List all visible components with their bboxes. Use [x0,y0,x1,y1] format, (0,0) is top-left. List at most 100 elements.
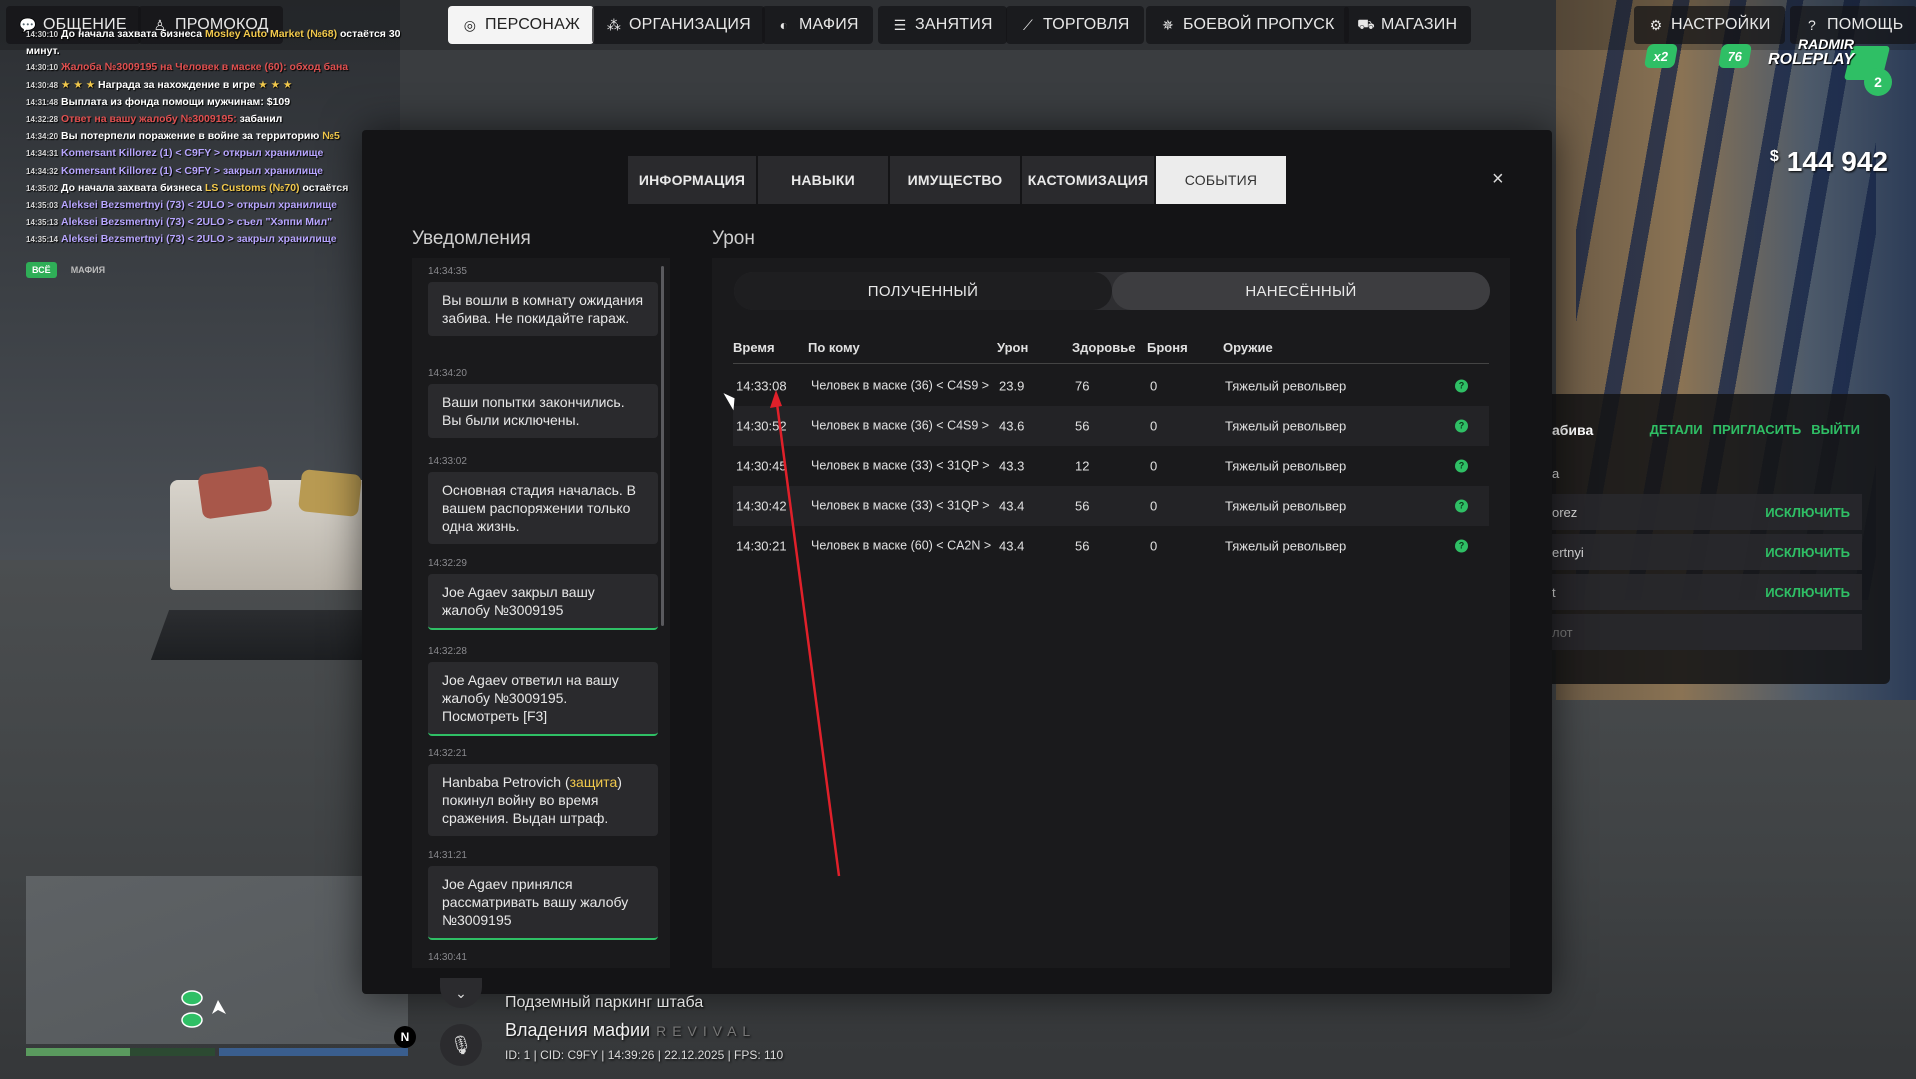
row-armor: 0 [1150,378,1158,394]
nav-battle-pass[interactable]: ✵ БОЕВОЙ ПРОПУСК [1146,6,1349,44]
chat-text: Aleksei Bezsmertnyi (73) < 2ULO > открыл… [61,199,337,212]
row-damage: 43.4 [999,538,1025,554]
tab-events[interactable]: СОБЫТИЯ [1156,156,1286,204]
col-time: Время [733,340,775,355]
chat-time: 14:30:10 [26,30,59,39]
row-who: Человек в маске (60) < CA2N > [811,538,992,553]
x2-badge: x2 [1643,44,1679,68]
member-name: ertnyi [1552,544,1584,560]
kick-button[interactable]: ИСКЛЮЧИТЬ [1765,545,1850,560]
level-badge: 76 [1717,44,1753,68]
row-health: 76 [1075,378,1090,394]
mask-icon: ◐ [779,17,789,33]
chat-tabs: ВСЁ МАФИЯ [26,262,111,278]
microphone-icon[interactable]: 🎙 [440,1024,482,1066]
nav-mafia[interactable]: ◐ МАФИЯ [762,6,873,44]
chat-time: 14:31:48 [26,97,59,107]
chat-time: 14:34:20 [26,132,59,142]
row-who: Человек в маске (33) < 31QP > [811,458,990,473]
list-icon: ☰ [893,16,907,33]
row-health: 56 [1075,418,1090,434]
zone-label: Владения мафии [505,1020,651,1040]
nav-label: МАФИЯ [799,16,859,33]
chart-icon: ⟋ [1023,16,1033,33]
nav-label: МАГАЗИН [1381,16,1458,33]
family-member-row: t ИСКЛЮЧИТЬ [1540,574,1862,610]
chat-time: 14:35:03 [26,201,59,211]
info-icon[interactable]: ? [1455,459,1468,473]
nav-organization[interactable]: ⁂ ОРГАНИЗАЦИЯ [592,6,765,44]
member-name: t [1552,584,1556,600]
nav-shop[interactable]: ⛟ МАГАЗИН [1344,6,1472,44]
details-button[interactable]: ДЕТАЛИ [1650,422,1703,437]
tab-property[interactable]: ИМУЩЕСТВО [890,156,1020,204]
info-icon[interactable]: ? [1455,379,1468,393]
kick-button[interactable]: ИСКЛЮЧИТЬ [1765,585,1850,600]
tab-skills[interactable]: НАВЫКИ [758,156,888,204]
received-tab[interactable]: ПОЛУЧЕННЫЙ [734,272,1112,310]
chat-tab-all[interactable]: ВСЁ [26,262,57,278]
col-armor: Броня [1147,340,1188,355]
table-row[interactable]: 14:30:45 Человек в маске (33) < 31QP > 43.… [733,446,1489,486]
notification-time: 14:32:28 [428,646,467,657]
leave-button[interactable]: ВЫЙТИ [1811,422,1860,437]
row-health: 12 [1075,458,1090,474]
info-icon[interactable]: ? [1455,539,1468,553]
notification-time: 14:30:41 [428,952,467,963]
chat-tab-mafia[interactable]: МАФИЯ [65,262,111,278]
close-button[interactable]: × [1492,168,1504,191]
chat-time: 14:30:10 [26,63,59,73]
table-row[interactable]: 14:33:08 Человек в маске (36) < C4S9 > 23.… [733,366,1489,406]
table-row[interactable]: 14:30:21 Человек в маске (60) < CA2N > 43.… [733,526,1489,566]
health-bar [26,1048,215,1056]
row-armor: 0 [1150,538,1158,554]
row-who: Человек в маске (36) < C4S9 > [811,418,990,433]
nav-trade[interactable]: ⟋ ТОРГОВЛЯ [1006,6,1144,44]
row-time: 14:30:52 [736,418,787,434]
notifications-list[interactable]: 14:34:35 Вы вошли в комнату ожидания заби… [412,258,670,968]
tab-customization[interactable]: КАСТОМИЗАЦИЯ [1022,156,1154,204]
nav-settings[interactable]: ⚙ НАСТРОЙКИ [1634,6,1785,44]
notification-card: Joe Agaev закрыл вашу жалобу №3009195 [428,574,658,630]
invite-button[interactable]: ПРИГЛАСИТЬ [1713,422,1802,437]
nav-activities[interactable]: ☰ ЗАНЯТИЯ [878,6,1007,44]
damage-type-toggle: ПОЛУЧЕННЫЙ НАНЕСЁННЫЙ [734,272,1490,310]
row-armor: 0 [1150,458,1158,474]
tab-info[interactable]: ИНФОРМАЦИЯ [628,156,756,204]
nav-character[interactable]: ◎ ПЕРСОНАЖ [448,6,594,44]
row-time: 14:30:21 [736,538,787,554]
col-who: По кому [808,340,860,355]
row-time: 14:30:45 [736,458,787,474]
row-damage: 43.6 [999,418,1025,434]
chat-text: ★ ★ ★ [258,78,293,91]
armor-bar [219,1048,408,1056]
table-row[interactable]: 14:30:42 Человек в маске (33) < 31QP > 43.… [733,486,1489,526]
scrollbar[interactable] [661,266,664,626]
nav-label: ЗАНЯТИЯ [915,16,993,33]
notification-text: Ваши попытки закончились. Вы были исключ… [442,394,625,428]
row-weapon: Тяжелый револьвер [1225,378,1347,394]
row-damage: 43.4 [999,498,1025,514]
info-icon[interactable]: ? [1455,419,1468,433]
server-logo: RADMIR ROLEPLAY [1768,36,1854,68]
nav-label: ТОРГОВЛЯ [1043,16,1130,33]
family-panel: абива ДЕТАЛИ ПРИГЛАСИТЬ ВЫЙТИ а orez ИСКЛ… [1540,394,1890,684]
chat-text: забанил [239,113,283,126]
chat-text: Награда за нахождение в игре [98,78,259,91]
logo-top: RADMIR [1798,36,1854,52]
notification-text: Вы вошли в комнату ожидания забива. Не п… [442,292,644,326]
kick-button[interactable]: ИСКЛЮЧИТЬ [1765,505,1850,520]
chat-text: Aleksei Bezsmertnyi (73) < 2ULO > закрыл… [61,233,337,246]
chat-line: 14:31:48 Выплата из фонда помощи мужчинам… [26,94,446,111]
row-weapon: Тяжелый револьвер [1225,498,1347,514]
dealt-tab[interactable]: НАНЕСЁННЫЙ [1112,272,1490,310]
row-armor: 0 [1150,498,1158,514]
chat-line: 14:30:10 Жалоба №3009195 на Человек в мас… [26,59,446,76]
info-icon[interactable]: ? [1455,499,1468,513]
family-title: абива [1552,422,1594,438]
table-row[interactable]: 14:30:52 Человек в маске (36) < C4S9 > 43.… [733,406,1489,446]
family-member-row: ertnyi ИСКЛЮЧИТЬ [1540,534,1862,570]
row-who: Человек в маске (36) < C4S9 > [811,378,990,393]
zone-name: Владения мафии REVIVAL [505,1020,756,1041]
chat-text: минут. [26,45,60,58]
